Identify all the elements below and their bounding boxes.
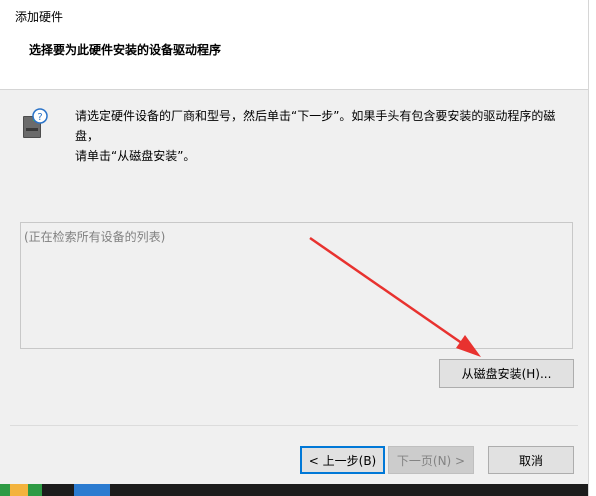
taskbar-app-icon-accent: [10, 484, 28, 496]
instruction-line-2: 请单击“从磁盘安装”。: [75, 149, 196, 163]
device-list[interactable]: (正在检索所有设备的列表): [20, 222, 573, 349]
instruction-text: 请选定硬件设备的厂商和型号，然后单击“下一步”。如果手头有包含要安装的驱动程序的…: [75, 106, 575, 166]
window-title: 添加硬件: [15, 10, 64, 24]
add-hardware-dialog: 添加硬件 选择要为此硬件安装的设备驱动程序 ? 请选定硬件设备的厂商和型号，然后…: [0, 0, 588, 496]
footer-separator: [10, 425, 578, 426]
device-list-status: (正在检索所有设备的列表): [24, 230, 166, 244]
wizard-header: 添加硬件 选择要为此硬件安装的设备驱动程序: [0, 0, 588, 90]
hardware-help-icon: ?: [20, 107, 50, 139]
svg-text:?: ?: [37, 112, 42, 123]
back-button[interactable]: < 上一步(B): [300, 446, 385, 474]
cancel-button[interactable]: 取消: [488, 446, 574, 474]
window-edge-line: [588, 0, 589, 496]
window-edge: [588, 0, 596, 496]
page-heading: 选择要为此硬件安装的设备驱动程序: [29, 43, 222, 57]
have-disk-button[interactable]: 从磁盘安装(H)...: [439, 359, 574, 388]
instruction-line-1: 请选定硬件设备的厂商和型号，然后单击“下一步”。如果手头有包含要安装的驱动程序的…: [75, 109, 556, 143]
taskbar-app-icon[interactable]: [74, 484, 110, 496]
next-button[interactable]: 下一页(N) >: [388, 446, 474, 474]
